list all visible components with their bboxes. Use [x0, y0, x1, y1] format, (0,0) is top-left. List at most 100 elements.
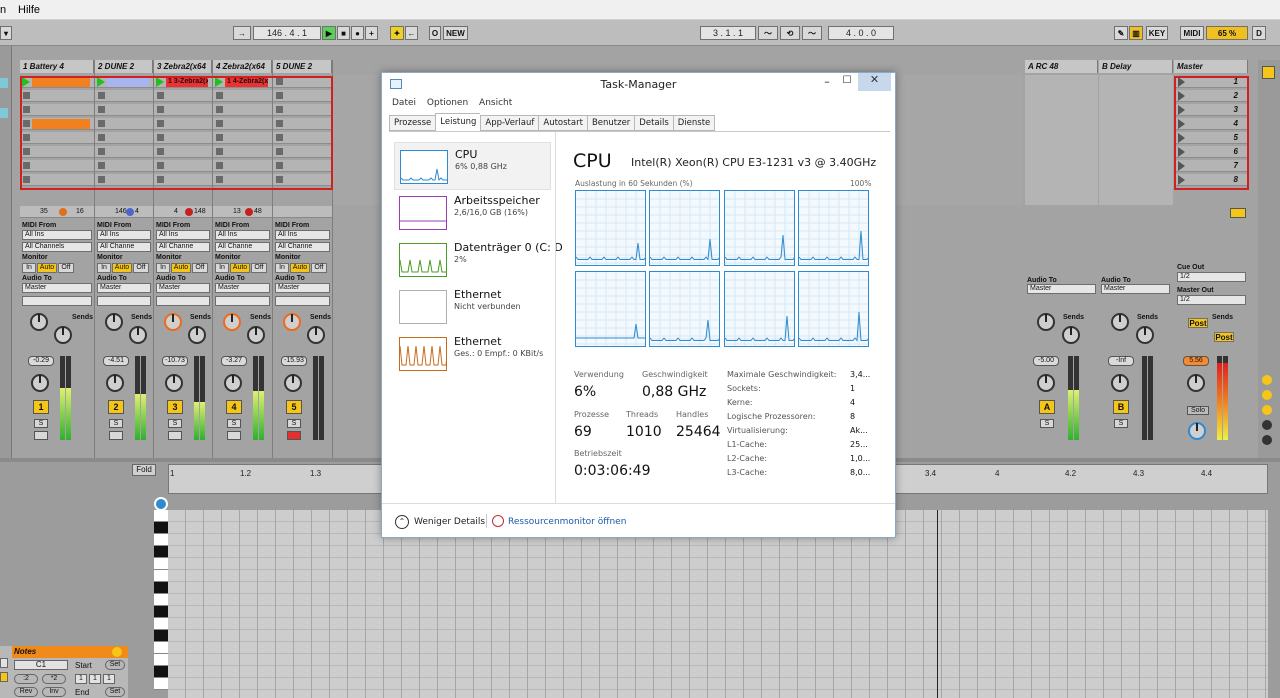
- track-volume-value[interactable]: -15.93: [281, 356, 307, 366]
- set-end-button[interactable]: Set: [105, 687, 125, 697]
- draw-mode-button[interactable]: ✎: [1114, 26, 1128, 40]
- tab-autostart[interactable]: Autostart: [538, 115, 587, 131]
- track-title-return-b[interactable]: B Delay: [1099, 60, 1173, 73]
- punch-o-button[interactable]: O: [429, 26, 441, 40]
- audio-to-channel-select[interactable]: [22, 296, 92, 306]
- send-b-knob[interactable]: [247, 326, 265, 344]
- audio-to-select[interactable]: Master: [156, 283, 210, 293]
- monitor-off-button[interactable]: Off: [192, 263, 208, 273]
- punch-in-button[interactable]: 〜: [758, 26, 778, 40]
- midi-channel-select[interactable]: All Channe: [97, 242, 151, 252]
- return-a-send-b-knob[interactable]: [1062, 326, 1080, 344]
- piano-key[interactable]: [154, 654, 168, 666]
- arm-record-button[interactable]: [227, 431, 241, 440]
- play-button[interactable]: ▶: [322, 26, 336, 40]
- start-sixteenth-field[interactable]: 1: [103, 674, 115, 684]
- return-a-send-a-knob[interactable]: [1037, 313, 1055, 331]
- resource-cpu[interactable]: CPU 6% 0,88 GHz: [394, 142, 551, 190]
- resource-memory[interactable]: Arbeitsspeicher 2,6/16,0 GB (16%): [394, 189, 551, 237]
- track-activator[interactable]: 2: [108, 400, 124, 414]
- arm-record-button[interactable]: [168, 431, 182, 440]
- piano-key[interactable]: [154, 678, 168, 690]
- midi-from-select[interactable]: All Ins: [215, 230, 270, 240]
- piano-key[interactable]: [154, 582, 168, 594]
- left-edge-toggle[interactable]: [0, 672, 8, 682]
- track-title-1[interactable]: 1 Battery 4: [20, 60, 94, 73]
- piano-key[interactable]: [154, 618, 168, 630]
- track-volume-value[interactable]: -4.51: [103, 356, 129, 366]
- note-value-field[interactable]: C1: [14, 660, 68, 670]
- tab-dienste[interactable]: Dienste: [672, 115, 716, 131]
- monitor-auto-button[interactable]: Auto: [230, 263, 250, 273]
- menu-view[interactable]: Ansicht: [479, 98, 512, 108]
- send-a-knob[interactable]: [30, 313, 48, 331]
- loop-length-display[interactable]: 4 . 0 . 0: [828, 26, 894, 40]
- notes-panel-fold-icon[interactable]: [112, 647, 122, 657]
- title-bar[interactable]: Task-Manager – ☐ ✕: [382, 73, 895, 95]
- menu-item-edit[interactable]: n: [0, 4, 6, 16]
- piano-key[interactable]: [154, 642, 168, 654]
- computer-midi-button[interactable]: ▥: [1129, 26, 1143, 40]
- midi-from-select[interactable]: All Ins: [275, 230, 330, 240]
- monitor-auto-button[interactable]: Auto: [290, 263, 310, 273]
- tab-details[interactable]: Details: [634, 115, 673, 131]
- overdub-button[interactable]: +: [365, 26, 378, 40]
- master-volume-value[interactable]: 5.56: [1183, 356, 1209, 366]
- track-pan-knob[interactable]: [284, 374, 302, 392]
- master-post-button[interactable]: Post: [1188, 318, 1208, 328]
- audio-to-select[interactable]: Master: [97, 283, 151, 293]
- arm-record-button[interactable]: [34, 431, 48, 440]
- mixer-toggle-icon[interactable]: [1262, 405, 1272, 415]
- audio-to-channel-select[interactable]: [215, 296, 270, 306]
- fewer-details-link[interactable]: Weniger Details: [414, 517, 485, 527]
- sends-toggle-icon[interactable]: [1262, 390, 1272, 400]
- view-toggle-icon[interactable]: [1262, 66, 1275, 79]
- tab-leistung[interactable]: Leistung: [435, 113, 481, 131]
- return-a-audio-to-select[interactable]: Master: [1027, 284, 1096, 294]
- piano-key[interactable]: [154, 510, 168, 522]
- send-a-knob[interactable]: [223, 313, 241, 331]
- loop-start-display[interactable]: 3 . 1 . 1: [700, 26, 756, 40]
- send-a-knob[interactable]: [283, 313, 301, 331]
- resource-ethernet-2[interactable]: Ethernet Ges.: 0 Empf.: 0 KBit/s: [394, 330, 551, 378]
- resource-monitor-link[interactable]: Ressourcenmonitor öffnen: [508, 517, 626, 527]
- close-icon[interactable]: ✕: [858, 73, 891, 91]
- menu-file[interactable]: Datei: [392, 98, 416, 108]
- track-solo-button[interactable]: S: [287, 419, 301, 428]
- monitor-auto-button[interactable]: Auto: [37, 263, 57, 273]
- fold-button[interactable]: Fold: [132, 464, 156, 476]
- preview-volume-knob[interactable]: [1188, 422, 1206, 440]
- monitor-off-button[interactable]: Off: [251, 263, 267, 273]
- send-a-knob[interactable]: [164, 313, 182, 331]
- invert-button[interactable]: Inv: [42, 687, 66, 697]
- audio-to-channel-select[interactable]: [275, 296, 330, 306]
- track-pan-knob[interactable]: [165, 374, 183, 392]
- menu-options[interactable]: Optionen: [427, 98, 468, 108]
- resource-disk[interactable]: Datenträger 0 (C: D 2%: [394, 236, 563, 284]
- automation-arm-button[interactable]: ✦: [390, 26, 404, 40]
- track-solo-button[interactable]: S: [168, 419, 182, 428]
- piano-key[interactable]: [154, 558, 168, 570]
- tab-app-verlauf[interactable]: App-Verlauf: [480, 115, 539, 131]
- send-b-knob[interactable]: [188, 326, 206, 344]
- record-button[interactable]: ●: [351, 26, 364, 40]
- crossfader-toggle-icon[interactable]: [1262, 420, 1272, 430]
- audio-to-select[interactable]: Master: [275, 283, 330, 293]
- track-title-2[interactable]: 2 DUNE 2: [95, 60, 153, 73]
- midi-from-select[interactable]: All Ins: [97, 230, 151, 240]
- master-out-select[interactable]: 1/2: [1177, 295, 1246, 305]
- track-pan-knob[interactable]: [106, 374, 124, 392]
- monitor-in-button[interactable]: In: [22, 263, 36, 273]
- piano-key[interactable]: [154, 606, 168, 618]
- return-b-pan-knob[interactable]: [1111, 374, 1129, 392]
- audio-to-channel-select[interactable]: [156, 296, 210, 306]
- midi-map-button[interactable]: MIDI: [1180, 26, 1204, 40]
- send-a-knob[interactable]: [105, 313, 123, 331]
- return-b-activator[interactable]: B: [1113, 400, 1129, 414]
- tab-prozesse[interactable]: Prozesse: [389, 115, 436, 131]
- send-b-knob[interactable]: [307, 326, 325, 344]
- track-delay-toggle-icon[interactable]: [1262, 435, 1272, 445]
- back-to-arrangement-button[interactable]: ←: [405, 26, 418, 40]
- monitor-in-button[interactable]: In: [275, 263, 289, 273]
- audio-to-select[interactable]: Master: [215, 283, 270, 293]
